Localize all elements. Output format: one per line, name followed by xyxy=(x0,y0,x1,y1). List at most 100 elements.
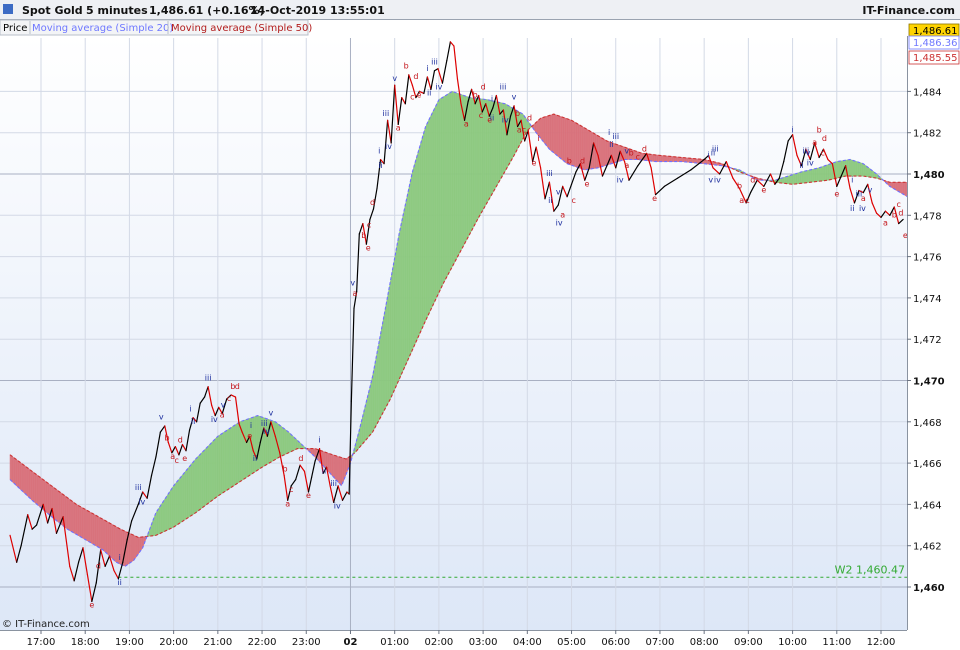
legend-ma50: Moving average (Simple 50) xyxy=(171,23,312,34)
wave-label: b xyxy=(361,231,366,240)
ma-fill-segment xyxy=(447,92,451,275)
ma-fill-segment xyxy=(229,426,233,489)
ma-fill-segment xyxy=(561,116,564,162)
wave-label: ii xyxy=(799,161,803,170)
ma-fill-segment xyxy=(22,463,26,495)
wave-label: i xyxy=(608,128,610,137)
x-tick-label: 01:00 xyxy=(380,637,409,648)
wave-label: c xyxy=(175,456,179,465)
ma-fill-segment xyxy=(409,174,413,357)
ma-fill-segment xyxy=(475,97,479,223)
ma-fill-segment xyxy=(817,167,821,182)
x-tick-label: 05:00 xyxy=(557,637,586,648)
ma-fill-segment xyxy=(105,520,109,556)
x-tick-label: 10:00 xyxy=(778,637,807,648)
wave-label: a xyxy=(464,120,469,129)
wave-label: a xyxy=(396,124,401,133)
ma-fill-segment xyxy=(103,519,107,554)
ma-fill-segment xyxy=(390,269,393,399)
ma-fill-segment xyxy=(813,168,816,183)
w2-label: W2 1,460.47 xyxy=(835,563,905,576)
ma-fill-segment xyxy=(543,116,547,147)
ma-fill-segment xyxy=(379,327,383,419)
ma-fill-segment xyxy=(614,143,618,164)
ma-fill-segment xyxy=(39,476,43,510)
price-tag-ma20: 1,486.36 xyxy=(908,35,960,50)
ma-fill-segment xyxy=(381,315,385,415)
wave-label: iv xyxy=(211,415,218,424)
y-tick-label: 1,462 xyxy=(913,542,942,553)
wave-label: d xyxy=(370,198,375,207)
ma-fill-segment xyxy=(430,111,434,310)
wave-label: d xyxy=(580,157,585,166)
wave-label: c xyxy=(820,148,824,157)
ma-fill-segment xyxy=(90,512,94,545)
ma-fill-segment xyxy=(170,486,173,530)
wave-label: ii xyxy=(609,140,613,149)
wave-label: a xyxy=(861,194,866,203)
ma-fill-segment xyxy=(287,430,291,454)
y-tick-label: 1,482 xyxy=(913,129,942,140)
ma-fill-segment xyxy=(234,423,237,486)
ma-fill-segment xyxy=(539,117,543,141)
ma-fill-segment xyxy=(452,91,455,267)
ma-fill-segment xyxy=(554,114,558,157)
ma-fill-segment xyxy=(189,463,192,518)
ma-fill-segment xyxy=(573,121,577,168)
price-tags: 1,486.611,486.36 1,485.55 xyxy=(908,23,960,65)
wave-label: d xyxy=(413,72,418,81)
wave-label: v xyxy=(159,413,164,422)
ma-fill-segment xyxy=(407,184,410,361)
ma-fill-segment xyxy=(366,390,370,440)
ma-fill-segment xyxy=(99,517,103,550)
x-tick-label: 11:00 xyxy=(822,637,851,648)
x-tick-label: 09:00 xyxy=(734,637,763,648)
wave-label: d xyxy=(750,175,755,184)
ma-fill-segment xyxy=(161,499,165,534)
ma-fill-segment xyxy=(394,246,398,390)
wave-label: e xyxy=(366,243,371,252)
ma-fill-segment xyxy=(802,170,806,184)
ma-fill-segment xyxy=(866,165,870,178)
wave-label: iv xyxy=(807,159,814,168)
wave-label: e xyxy=(417,91,422,100)
chart-icon xyxy=(3,4,13,14)
wave-label: ii xyxy=(850,204,854,213)
wave-label: d xyxy=(822,134,827,143)
wave-label: i xyxy=(851,175,853,184)
x-tick-label: 06:00 xyxy=(601,637,630,648)
wave-label: iii xyxy=(712,144,719,153)
ma-fill-segment xyxy=(659,155,663,162)
ma-fill-segment xyxy=(131,533,135,563)
ma-fill-segment xyxy=(204,447,207,507)
ma-fill-segment xyxy=(505,103,509,172)
ma-fill-segment xyxy=(293,436,297,451)
wave-label: ii xyxy=(378,161,382,170)
ma-fill-segment xyxy=(208,442,212,504)
ma-fill-segment xyxy=(437,98,440,296)
ma-fill-segment xyxy=(180,473,184,523)
wave-label: d xyxy=(96,561,101,570)
ma-fill-segment xyxy=(798,171,801,184)
wave-label: i xyxy=(426,64,428,73)
ma-fill-segment xyxy=(415,151,419,342)
ma-fill-segment xyxy=(558,115,562,160)
ma-fill-segment xyxy=(54,487,58,522)
ma-fill-segment xyxy=(900,181,904,195)
ma-fill-segment xyxy=(135,535,139,558)
ma-fill-segment xyxy=(411,166,415,352)
ma-fill-segment xyxy=(424,124,428,324)
wave-label: ii xyxy=(253,454,257,463)
ma-fill-segment xyxy=(593,132,596,169)
wave-label: d xyxy=(898,208,903,217)
ma-fill-segment xyxy=(174,481,178,528)
ma-fill-segment xyxy=(541,116,545,144)
ma-fill-segment xyxy=(332,454,336,480)
wave-label: a xyxy=(285,499,290,508)
ma-fill-segment xyxy=(167,489,171,531)
ma-fill-segment xyxy=(661,155,665,162)
wave-label: e xyxy=(306,491,311,500)
ma-fill-segment xyxy=(783,176,787,184)
ma-fill-segment xyxy=(838,160,842,178)
ma-fill-segment xyxy=(31,470,34,503)
